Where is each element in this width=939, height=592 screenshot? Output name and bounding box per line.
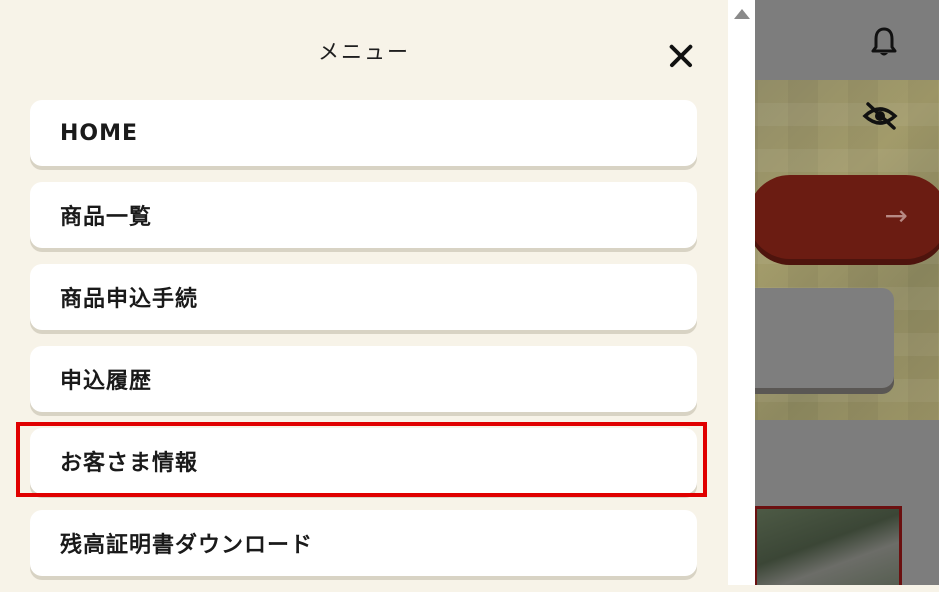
menu-item-label: お客さま情報 (60, 451, 199, 476)
menu-item-label: 申込履歴 (60, 369, 153, 394)
menu-item-history[interactable]: 申込履歴 (30, 346, 697, 412)
menu-item-home[interactable]: HOME (30, 100, 697, 166)
eye-slash-icon (862, 102, 898, 130)
primary-action-button: → (748, 175, 939, 259)
menu-item-balance-certificate[interactable]: 残高証明書ダウンロード (30, 510, 697, 576)
scrollbar[interactable] (728, 0, 755, 585)
menu-item-product-list[interactable]: 商品一覧 (30, 182, 697, 248)
menu-item-label: 商品一覧 (60, 205, 153, 230)
menu-panel: メニュー HOME 商品一覧 商品申込手続 申込履歴 お客さま情報 残高証明書ダ… (0, 0, 728, 585)
background-app: → 報 (728, 0, 939, 585)
close-icon[interactable] (664, 38, 700, 74)
menu-item-application[interactable]: 商品申込手続 (30, 264, 697, 330)
photo-thumbnail (754, 506, 902, 585)
menu-item-label: HOME (60, 120, 139, 146)
bell-icon (871, 27, 897, 56)
arrow-right-icon: → (884, 199, 908, 232)
menu-title: メニュー (318, 40, 410, 64)
menu-item-label: 商品申込手続 (60, 287, 199, 312)
menu-item-label: 残高証明書ダウンロード (60, 533, 314, 558)
scroll-up-arrow-icon[interactable] (734, 9, 750, 19)
menu-item-customer-info[interactable]: お客さま情報 (30, 428, 697, 494)
menu-list: HOME 商品一覧 商品申込手続 申込履歴 お客さま情報 残高証明書ダウンロード (30, 100, 697, 592)
